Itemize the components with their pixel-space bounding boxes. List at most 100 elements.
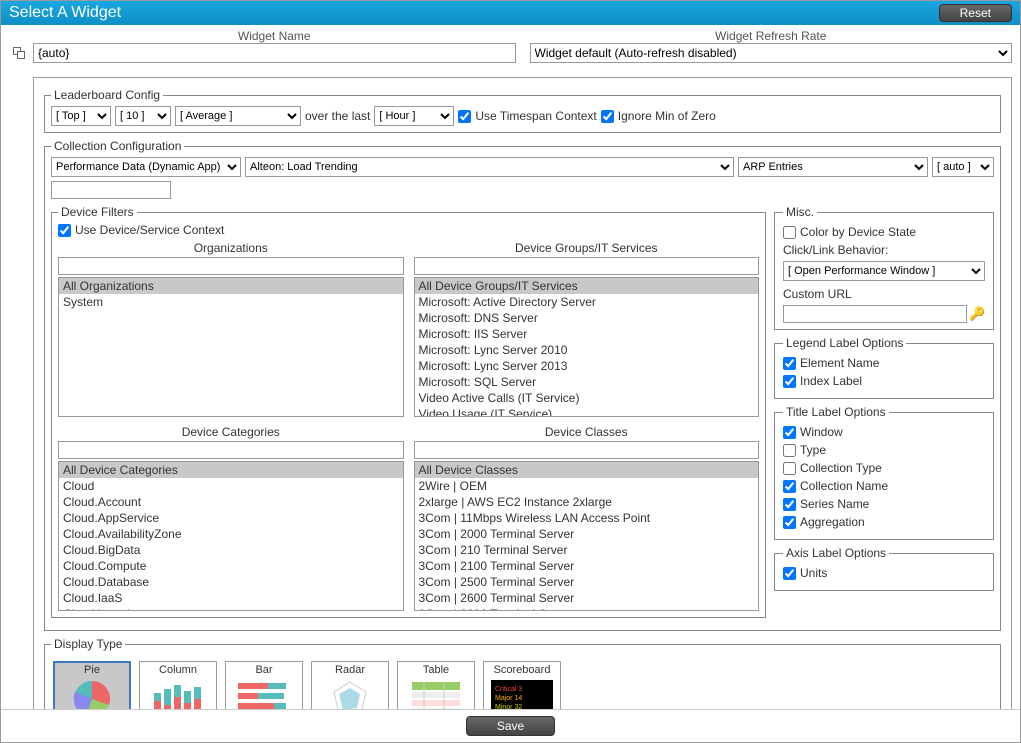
list-item[interactable]: All Device Classes — [415, 462, 759, 478]
list-item[interactable]: 3Com | 2500 Terminal Server — [415, 574, 759, 590]
list-item[interactable]: Cloud.BigData — [59, 542, 403, 558]
table-icon — [400, 678, 472, 709]
display-type-pie[interactable]: Pie — [53, 661, 131, 709]
legend-options-legend: Legend Label Options — [783, 336, 906, 350]
list-item[interactable]: 3Com | 2600 Terminal Server — [415, 590, 759, 606]
list-item[interactable]: Microsoft: DNS Server — [415, 310, 759, 326]
list-item[interactable]: Cloud.IaaS — [59, 590, 403, 606]
collection-source-select[interactable]: Performance Data (Dynamic App) — [51, 157, 241, 177]
list-item[interactable]: All Device Groups/IT Services — [415, 278, 759, 294]
reset-button[interactable]: Reset — [939, 4, 1012, 22]
display-type-bar[interactable]: Bar — [225, 661, 303, 709]
collection-auto-select[interactable]: [ auto ] — [932, 157, 994, 177]
list-item[interactable]: Microsoft: Lync Server 2010 — [415, 342, 759, 358]
list-item[interactable]: Microsoft: Active Directory Server — [415, 294, 759, 310]
list-item[interactable]: Video Usage (IT Service) — [415, 406, 759, 417]
title-label-options-fieldset: Title Label Options Window Type Collecti… — [774, 405, 994, 540]
list-item[interactable]: All Device Categories — [59, 462, 403, 478]
leaderboard-agg-select[interactable]: [ Average ] — [175, 106, 301, 126]
list-item[interactable]: 2Wire | OEM — [415, 478, 759, 494]
list-item[interactable]: 3Com | 2000 Terminal Server — [415, 526, 759, 542]
custom-url-input[interactable] — [783, 305, 967, 323]
leaderboard-period-select[interactable]: [ Hour ] — [374, 106, 454, 126]
list-item[interactable]: Cloud — [59, 478, 403, 494]
device-categories-listbox[interactable]: All Device CategoriesCloudCloud.AccountC… — [58, 461, 404, 611]
display-type-scoreboard[interactable]: Scoreboard Critical 3Major 14Minor 32Hea… — [483, 661, 561, 709]
leaderboard-top-select[interactable]: [ Top ] — [51, 106, 111, 126]
device-classes-filter-input[interactable] — [414, 441, 760, 459]
collection-name-checkbox[interactable] — [783, 480, 796, 493]
list-item[interactable]: Cloud.Location — [59, 606, 403, 611]
key-icon[interactable]: 🔑 — [969, 306, 985, 322]
collection-metric-select[interactable]: ARP Entries — [738, 157, 928, 177]
refresh-rate-select[interactable]: Widget default (Auto-refresh disabled) — [530, 43, 1013, 63]
device-groups-filter-input[interactable] — [414, 257, 760, 275]
collection-type-checkbox[interactable] — [783, 462, 796, 475]
device-categories-filter-input[interactable] — [58, 441, 404, 459]
drag-handle-icon[interactable] — [13, 47, 27, 61]
click-behavior-select[interactable]: [ Open Performance Window ] — [783, 261, 985, 281]
radar-icon — [314, 678, 386, 709]
units-checkbox[interactable] — [783, 567, 796, 580]
save-button[interactable]: Save — [466, 716, 555, 736]
leaderboard-count-select[interactable]: [ 10 ] — [115, 106, 171, 126]
color-by-device-checkbox[interactable] — [783, 226, 796, 239]
list-item[interactable]: 3Com | 210 Terminal Server — [415, 542, 759, 558]
display-type-radar[interactable]: Radar — [311, 661, 389, 709]
list-item[interactable]: Microsoft: Lync Server 2013 — [415, 358, 759, 374]
over-last-label: over the last — [305, 109, 370, 123]
use-timespan-checkbox[interactable] — [458, 110, 471, 123]
pie-icon — [56, 678, 128, 709]
list-item[interactable]: Cloud.AvailabilityZone — [59, 526, 403, 542]
window-checkbox[interactable] — [783, 426, 796, 439]
ignore-min-checkbox[interactable] — [601, 110, 614, 123]
display-type-column[interactable]: Column — [139, 661, 217, 709]
display-type-fieldset: Display Type Pie Column — [44, 637, 1001, 709]
collection-app-select[interactable]: Alteon: Load Trending — [245, 157, 734, 177]
use-timespan-label: Use Timespan Context — [475, 109, 596, 123]
collection-filter-input[interactable] — [51, 181, 171, 199]
use-device-context-checkbox[interactable] — [58, 224, 71, 237]
refresh-rate-label: Widget Refresh Rate — [715, 29, 826, 43]
axis-options-legend: Axis Label Options — [783, 546, 889, 560]
custom-url-label: Custom URL — [783, 287, 985, 301]
list-item[interactable]: System — [59, 294, 403, 310]
series-name-checkbox[interactable] — [783, 498, 796, 511]
list-item[interactable]: Cloud.Account — [59, 494, 403, 510]
misc-fieldset: Misc. Color by Device State Click/Link B… — [774, 205, 994, 330]
type-checkbox[interactable] — [783, 444, 796, 457]
list-item[interactable]: Cloud.Compute — [59, 558, 403, 574]
display-type-table[interactable]: Table — [397, 661, 475, 709]
list-item[interactable]: Microsoft: SQL Server — [415, 374, 759, 390]
collection-config-fieldset: Collection Configuration Performance Dat… — [44, 139, 1001, 631]
list-item[interactable]: Microsoft: IIS Server — [415, 326, 759, 342]
device-classes-listbox[interactable]: All Device Classes2Wire | OEM2xlarge | A… — [414, 461, 760, 611]
element-name-checkbox[interactable] — [783, 357, 796, 370]
device-filters-legend: Device Filters — [58, 205, 137, 219]
aggregation-checkbox[interactable] — [783, 516, 796, 529]
organizations-listbox[interactable]: All OrganizationsSystem — [58, 277, 404, 417]
misc-legend: Misc. — [783, 205, 817, 219]
color-by-device-label: Color by Device State — [800, 225, 916, 239]
leaderboard-config-fieldset: Leaderboard Config [ Top ] [ 10 ] [ Aver… — [44, 88, 1001, 133]
list-item[interactable]: Cloud.AppService — [59, 510, 403, 526]
titlebar: Select A Widget Reset — [1, 1, 1020, 25]
device-classes-label: Device Classes — [414, 425, 760, 439]
organizations-label: Organizations — [58, 241, 404, 255]
list-item[interactable]: All Organizations — [59, 278, 403, 294]
list-item[interactable]: Cloud.Database — [59, 574, 403, 590]
list-item[interactable]: 3Com | 11Mbps Wireless LAN Access Point — [415, 510, 759, 526]
list-item[interactable]: 3Com | 3000 Terminal Server — [415, 606, 759, 611]
ignore-min-label: Ignore Min of Zero — [618, 109, 716, 123]
widget-name-input[interactable] — [33, 43, 516, 63]
device-groups-listbox[interactable]: All Device Groups/IT ServicesMicrosoft: … — [414, 277, 760, 417]
use-device-context-label: Use Device/Service Context — [75, 223, 224, 237]
list-item[interactable]: Video Active Calls (IT Service) — [415, 390, 759, 406]
widget-name-label: Widget Name — [238, 29, 311, 43]
device-groups-label: Device Groups/IT Services — [414, 241, 760, 255]
list-item[interactable]: 3Com | 2100 Terminal Server — [415, 558, 759, 574]
organizations-filter-input[interactable] — [58, 257, 404, 275]
svg-text:Critical 3: Critical 3 — [495, 686, 522, 693]
index-label-checkbox[interactable] — [783, 375, 796, 388]
list-item[interactable]: 2xlarge | AWS EC2 Instance 2xlarge — [415, 494, 759, 510]
